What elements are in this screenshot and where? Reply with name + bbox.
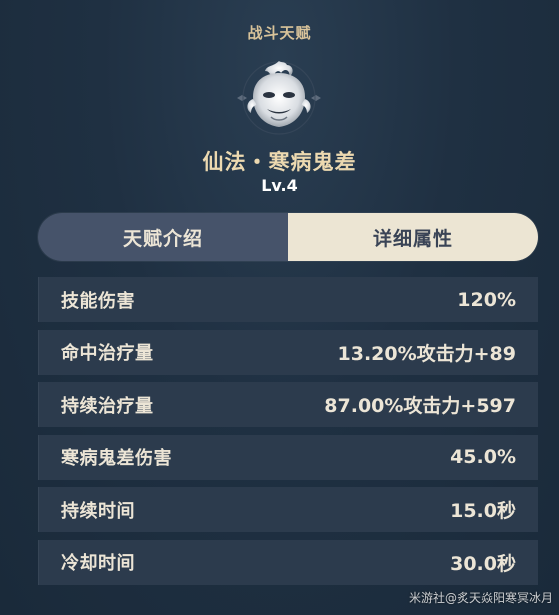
attribute-label: 持续治疗量 — [61, 395, 154, 417]
panel-title: 战斗天赋 — [247, 24, 312, 42]
tab-detailed-attributes[interactable]: 详细属性 — [288, 213, 538, 261]
tab-bar: 天赋介绍 详细属性 — [38, 213, 538, 261]
attribute-row: 持续时间 15.0秒 — [38, 487, 538, 533]
attribute-label: 冷却时间 — [61, 553, 135, 575]
talent-panel: 战斗天赋 仙法・寒病鬼差 Lv.4 天赋介绍 详细属性 技能伤害 120% 命中… — [0, 0, 559, 615]
talent-name: 仙法・寒病鬼差 — [202, 150, 357, 174]
talent-level: Lv.4 — [261, 176, 298, 195]
ghost-mask-icon — [229, 55, 329, 141]
attribute-row: 技能伤害 120% — [38, 277, 538, 322]
attribute-row: 命中治疗量 13.20%攻击力+89 — [38, 329, 538, 375]
attribute-value: 13.20%攻击力+89 — [337, 342, 517, 365]
attribute-label: 持续时间 — [61, 500, 135, 522]
tab-talent-intro[interactable]: 天赋介绍 — [38, 213, 288, 261]
attribute-row: 持续治疗量 87.00%攻击力+597 — [38, 382, 538, 428]
attribute-value: 120% — [457, 288, 516, 311]
attribute-value: 87.00%攻击力+597 — [324, 395, 516, 418]
attribute-value: 30.0秒 — [450, 552, 516, 575]
watermark: 米游社@炙天焱阳寒冥冰月 — [408, 591, 553, 605]
attribute-row: 冷却时间 30.0秒 — [38, 539, 538, 585]
attribute-value: 45.0% — [450, 446, 516, 469]
attribute-list: 技能伤害 120% 命中治疗量 13.20%攻击力+89 持续治疗量 87.00… — [38, 277, 538, 593]
attribute-label: 寒病鬼差伤害 — [61, 448, 172, 470]
attribute-value: 15.0秒 — [450, 500, 516, 523]
attribute-row: 寒病鬼差伤害 45.0% — [38, 434, 538, 480]
attribute-label: 技能伤害 — [61, 290, 135, 312]
attribute-label: 命中治疗量 — [61, 343, 154, 365]
